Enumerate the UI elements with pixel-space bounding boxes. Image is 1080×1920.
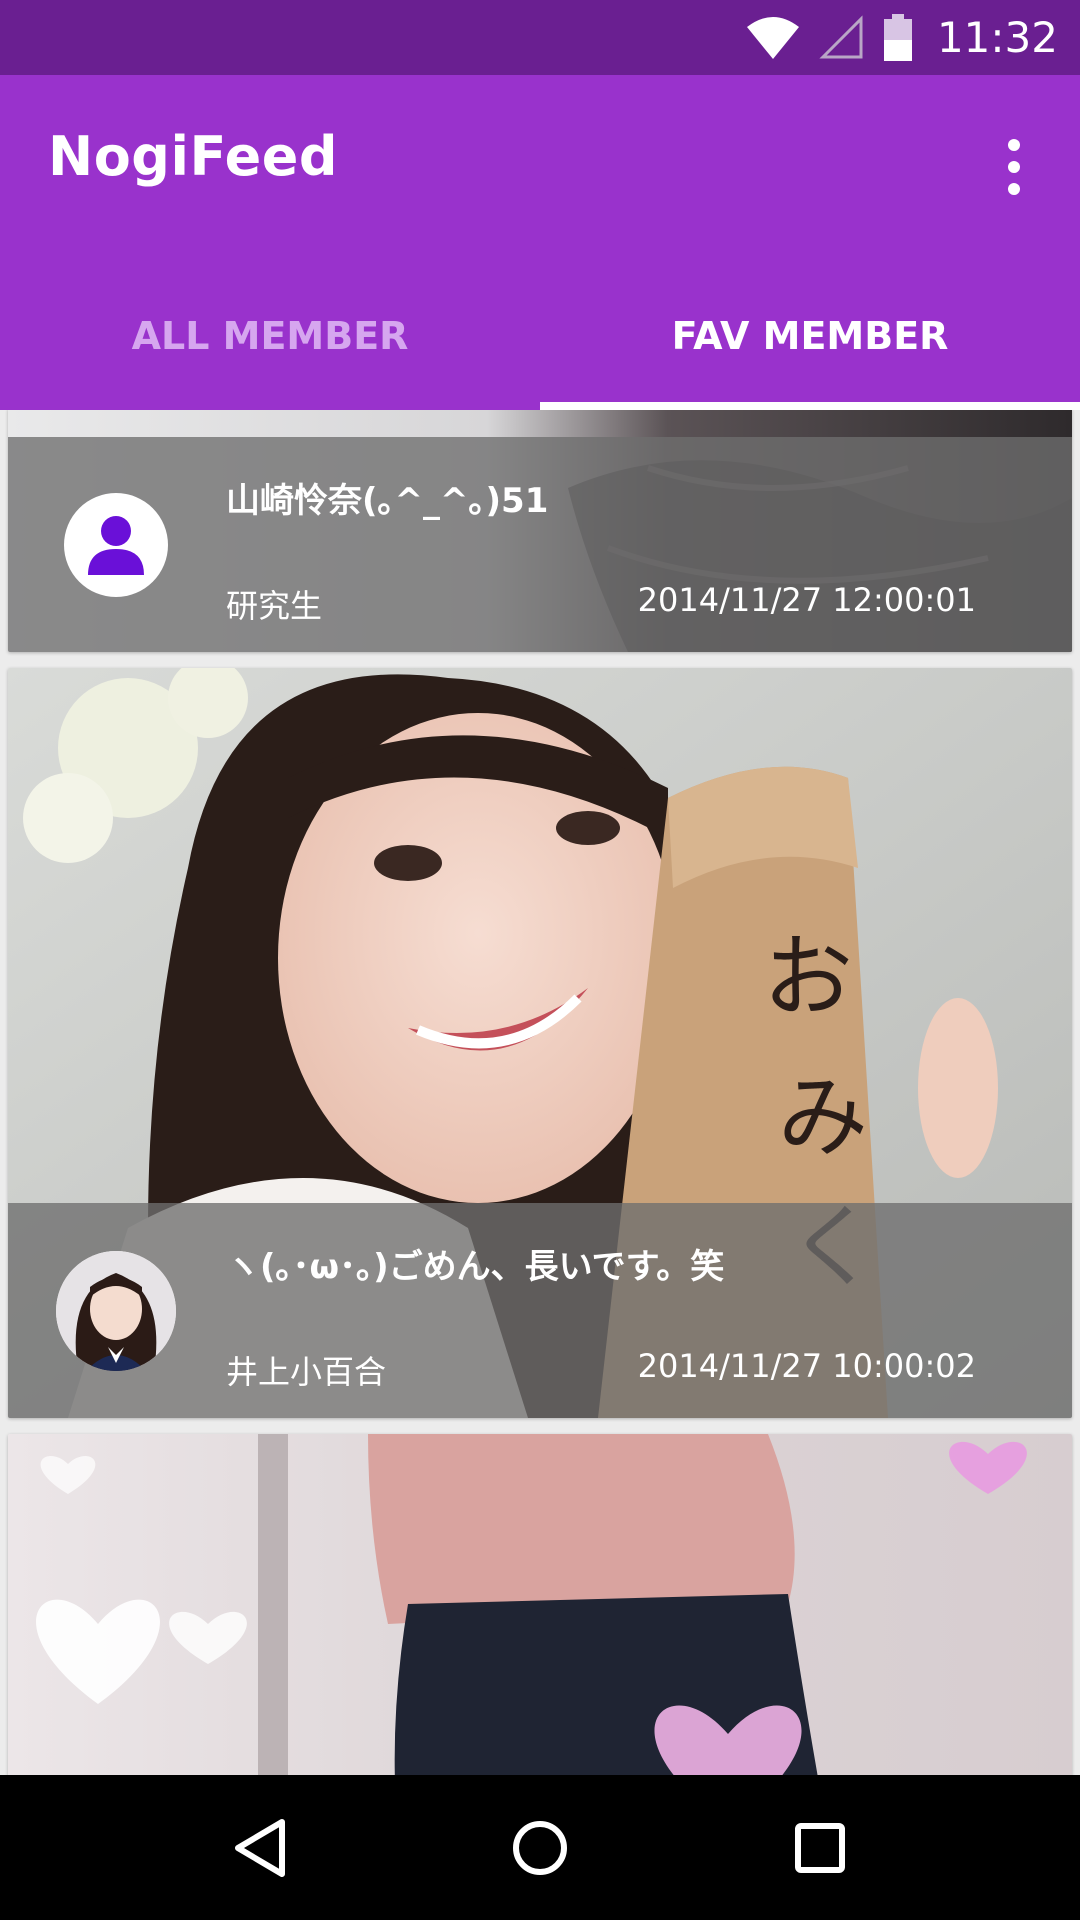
recents-button[interactable] bbox=[760, 1788, 880, 1908]
tab-fav-member[interactable]: FAV MEMBER bbox=[540, 275, 1080, 410]
battery-icon bbox=[883, 13, 912, 61]
feed-list[interactable]: 山崎怜奈(｡^_^｡)51 研究生 2014/11/27 12:00:01 お … bbox=[0, 410, 1080, 1775]
feed-card[interactable] bbox=[8, 1434, 1072, 1775]
back-icon bbox=[235, 1818, 285, 1877]
post-author: 研究生 bbox=[226, 587, 323, 625]
feed-card[interactable]: お み く ヽ(｡･ω･｡)ごめん、長いです。笑 井上小百合 2014/11/2… bbox=[8, 668, 1072, 1418]
post-info-overlay: ヽ(｡･ω･｡)ごめん、長いです。笑 井上小百合 2014/11/27 10:0… bbox=[8, 1203, 1072, 1418]
signal-icon bbox=[819, 14, 863, 58]
post-photo bbox=[8, 1434, 1072, 1775]
recents-icon bbox=[795, 1822, 845, 1873]
home-icon bbox=[513, 1820, 567, 1875]
wifi-icon bbox=[746, 16, 799, 59]
tab-all-member[interactable]: ALL MEMBER bbox=[0, 275, 540, 410]
post-info-overlay: 山崎怜奈(｡^_^｡)51 研究生 2014/11/27 12:00:01 bbox=[8, 437, 1072, 652]
tab-bar: ALL MEMBER FAV MEMBER bbox=[0, 275, 1080, 410]
member-avatar[interactable] bbox=[56, 1251, 176, 1371]
member-avatar[interactable] bbox=[64, 493, 168, 597]
post-title: ヽ(｡･ω･｡)ごめん、長いです。笑 bbox=[226, 1247, 725, 1287]
status-bar: 11:32 bbox=[0, 0, 1080, 75]
more-options-button[interactable] bbox=[984, 127, 1044, 207]
app-title: NogiFeed bbox=[48, 125, 339, 188]
svg-text:お: お bbox=[763, 925, 853, 1030]
more-vert-icon bbox=[1008, 139, 1020, 151]
home-button[interactable] bbox=[480, 1788, 600, 1908]
post-author: 井上小百合 bbox=[226, 1353, 387, 1391]
svg-text:み: み bbox=[778, 1065, 868, 1170]
post-title: 山崎怜奈(｡^_^｡)51 bbox=[226, 481, 549, 521]
status-time: 11:32 bbox=[936, 13, 1058, 62]
app-bar: NogiFeed ALL MEMBER FAV MEMBER bbox=[0, 75, 1080, 410]
feed-card[interactable]: 山崎怜奈(｡^_^｡)51 研究生 2014/11/27 12:00:01 bbox=[8, 410, 1072, 652]
post-date: 2014/11/27 10:00:02 bbox=[637, 1347, 976, 1385]
navigation-bar bbox=[0, 1775, 1080, 1920]
post-date: 2014/11/27 12:00:01 bbox=[637, 581, 976, 619]
back-button[interactable] bbox=[200, 1788, 320, 1908]
default-person-icon bbox=[88, 516, 144, 575]
member-portrait bbox=[56, 1251, 176, 1371]
